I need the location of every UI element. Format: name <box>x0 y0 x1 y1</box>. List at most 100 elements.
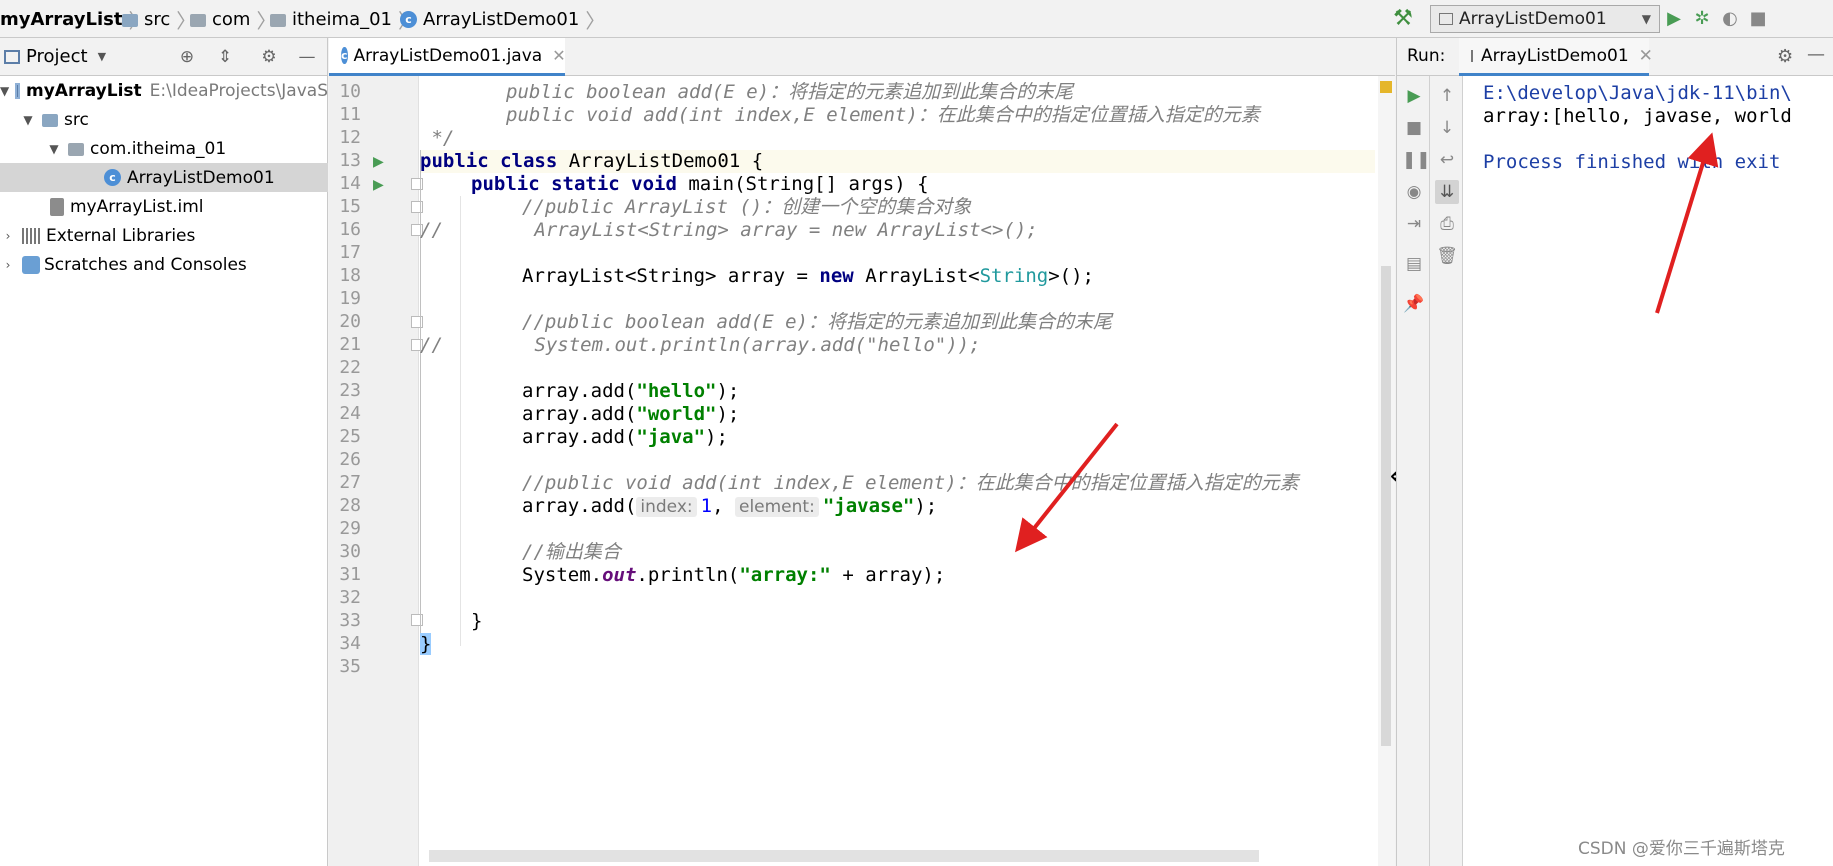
console-line: E:\develop\Java\jdk-11\bin\ <box>1483 82 1792 104</box>
tree-item-package[interactable]: ▼ com.itheima_01 <box>0 134 328 163</box>
line-number: 12 <box>339 127 361 148</box>
code-line-27: //public void add(int index,E element)：在… <box>522 472 1299 494</box>
minimize-icon[interactable]: — <box>296 46 318 68</box>
run-tab-arraylistdemo01[interactable]: ArrayListDemo01 ✕ <box>1459 38 1653 76</box>
code-token: public class <box>420 150 558 172</box>
build-hammer-icon[interactable]: ⚒ <box>1390 6 1416 32</box>
tree-item-class[interactable]: c ArrayListDemo01 <box>0 163 328 192</box>
chevron-down-icon[interactable]: ▼ <box>20 113 36 127</box>
code-line-23: array.add("hello"); <box>522 380 739 403</box>
stop-icon[interactable]: ■ <box>1744 5 1772 33</box>
layout-icon[interactable]: ▤ <box>1402 252 1426 276</box>
tree-item-external-libraries[interactable]: › External Libraries <box>0 221 328 250</box>
gear-icon[interactable]: ⚙ <box>258 46 280 68</box>
code-token: ArrayList<String> array = <box>522 265 820 287</box>
breadcrumb-itheima-label: itheima_01 <box>292 8 393 30</box>
chevron-right-icon[interactable]: › <box>0 229 16 243</box>
code-token: , <box>712 495 735 517</box>
code-line-13: public class ArrayListDemo01 { <box>420 150 763 173</box>
console-output[interactable]: E:\develop\Java\jdk-11\bin\ array:[hello… <box>1467 76 1833 866</box>
line-number: 30 <box>339 541 361 562</box>
indent-guide <box>460 196 461 646</box>
close-icon[interactable]: ✕ <box>1639 46 1653 66</box>
horizontal-scrollbar[interactable] <box>429 850 1259 862</box>
line-number: 32 <box>339 587 361 608</box>
code-token: array.add( <box>522 380 637 402</box>
tree-item-label: ArrayListDemo01 <box>127 167 275 188</box>
arrow-up-icon[interactable]: ↑ <box>1435 84 1459 108</box>
tree-item-label: Scratches and Consoles <box>44 254 247 275</box>
breadcrumb-src[interactable]: src 〉 <box>122 7 196 33</box>
chevron-down-icon[interactable]: ▼ <box>0 84 9 98</box>
arrow-down-icon[interactable]: ↓ <box>1435 116 1459 140</box>
tree-item-label: src <box>64 109 89 130</box>
code-token: "world" <box>636 403 717 425</box>
gear-icon[interactable]: ⚙ <box>1777 46 1793 67</box>
chevron-down-icon[interactable]: ▼ <box>98 50 106 63</box>
pin-icon[interactable]: 📌 <box>1402 292 1426 316</box>
scroll-to-end-icon[interactable]: ⇊ <box>1435 180 1459 204</box>
breadcrumb-class-label: ArrayListDemo01 <box>423 8 580 30</box>
watermark: CSDN @爱你三千遍斯塔克 <box>1578 839 1785 859</box>
pause-icon[interactable]: ❚❚ <box>1402 148 1431 172</box>
exit-icon[interactable]: ⇥ <box>1402 212 1426 236</box>
code-line-11: public void add(int index,E element)：在此集… <box>506 104 1260 126</box>
code-token: } <box>420 633 432 655</box>
code-line-18: ArrayList<String> array = new ArrayList<… <box>522 265 1094 288</box>
tree-item-project-root[interactable]: ▼ myArrayList E:\IdeaProjects\JavaS <box>0 76 328 105</box>
run-icon[interactable]: ▶ <box>1660 5 1688 33</box>
line-number: 19 <box>339 288 361 309</box>
code-text-area[interactable]: public boolean add(E e)：将指定的元素追加到此集合的末尾 … <box>420 76 1375 866</box>
line-number: 21 <box>339 334 361 355</box>
tree-item-label: External Libraries <box>46 225 196 246</box>
tree-item-scratches[interactable]: › Scratches and Consoles <box>0 250 328 279</box>
run-gutter-icon[interactable]: ▶ <box>373 177 384 193</box>
run-gutter-icon[interactable]: ▶ <box>373 154 384 170</box>
vertical-scrollbar[interactable] <box>1381 266 1391 746</box>
soft-wrap-icon[interactable]: ↩ <box>1435 148 1459 172</box>
tree-item-iml[interactable]: myArrayList.iml <box>0 192 328 221</box>
chevron-down-icon[interactable]: ▼ <box>46 142 62 156</box>
debug-icon[interactable]: ✲ <box>1688 5 1716 33</box>
project-view-icon <box>4 49 20 64</box>
code-line-16: // ArrayList<String> array = new ArrayLi… <box>420 219 1038 241</box>
run-configuration-select[interactable]: ArrayListDemo01 ▼ <box>1430 5 1660 33</box>
camera-icon[interactable]: ◉ <box>1402 180 1426 204</box>
line-number: 33 <box>339 610 361 631</box>
code-line-31: System.out.println("array:" + array); <box>522 564 945 587</box>
close-icon[interactable]: ✕ <box>552 46 565 65</box>
coverage-icon[interactable]: ◐ <box>1716 5 1744 33</box>
code-line-12: */ <box>420 127 455 149</box>
breadcrumb-com[interactable]: com 〉 <box>190 7 276 33</box>
chevron-down-icon: ▼ <box>1641 12 1651 26</box>
folder-icon <box>122 13 138 27</box>
editor-gutter: 10 11 12 13 14 15 16 17 18 19 20 21 22 2… <box>329 76 423 866</box>
collapse-all-icon[interactable]: ⇕ <box>214 46 236 68</box>
tree-item-label: com.itheima_01 <box>90 138 227 159</box>
code-line-14: public static void main(String[] args) { <box>471 173 929 196</box>
rerun-icon[interactable]: ▶ <box>1402 84 1426 108</box>
editor-tab-arraylistdemo01[interactable]: c ArrayListDemo01.java ✕ <box>329 38 566 76</box>
breadcrumb-class[interactable]: c ArrayListDemo01 〉 <box>400 7 605 33</box>
breadcrumb-itheima[interactable]: itheima_01〉 <box>270 7 418 33</box>
run-panel-header: Run: ArrayListDemo01 ✕ ⚙ — <box>1397 38 1833 76</box>
code-token: out <box>602 564 637 586</box>
line-number: 27 <box>339 472 361 493</box>
locate-icon[interactable]: ⊕ <box>176 46 198 68</box>
code-token: main(String[] args) { <box>676 173 929 195</box>
run-panel-label: Run: <box>1407 46 1446 66</box>
chevron-right-icon[interactable]: › <box>0 258 16 272</box>
warning-marker-icon[interactable] <box>1380 81 1392 93</box>
tree-item-label: myArrayList <box>26 80 142 101</box>
run-toolbar-primary: ▶ ■ ❚❚ ◉ ⇥ ▤ 📌 <box>1397 76 1431 866</box>
minimize-icon[interactable]: — <box>1807 44 1825 65</box>
line-number: 18 <box>339 265 361 286</box>
trash-icon[interactable]: 🗑 <box>1435 244 1459 268</box>
stop-icon[interactable]: ■ <box>1402 116 1426 140</box>
window-icon <box>1439 13 1453 25</box>
tree-item-src[interactable]: ▼ src <box>0 105 328 134</box>
line-number: 24 <box>339 403 361 424</box>
project-panel-title[interactable]: Project <box>26 46 88 67</box>
print-icon[interactable]: ⎙ <box>1435 212 1459 236</box>
code-line-28: array.add(index: 1, element: "javase"); <box>522 495 937 518</box>
